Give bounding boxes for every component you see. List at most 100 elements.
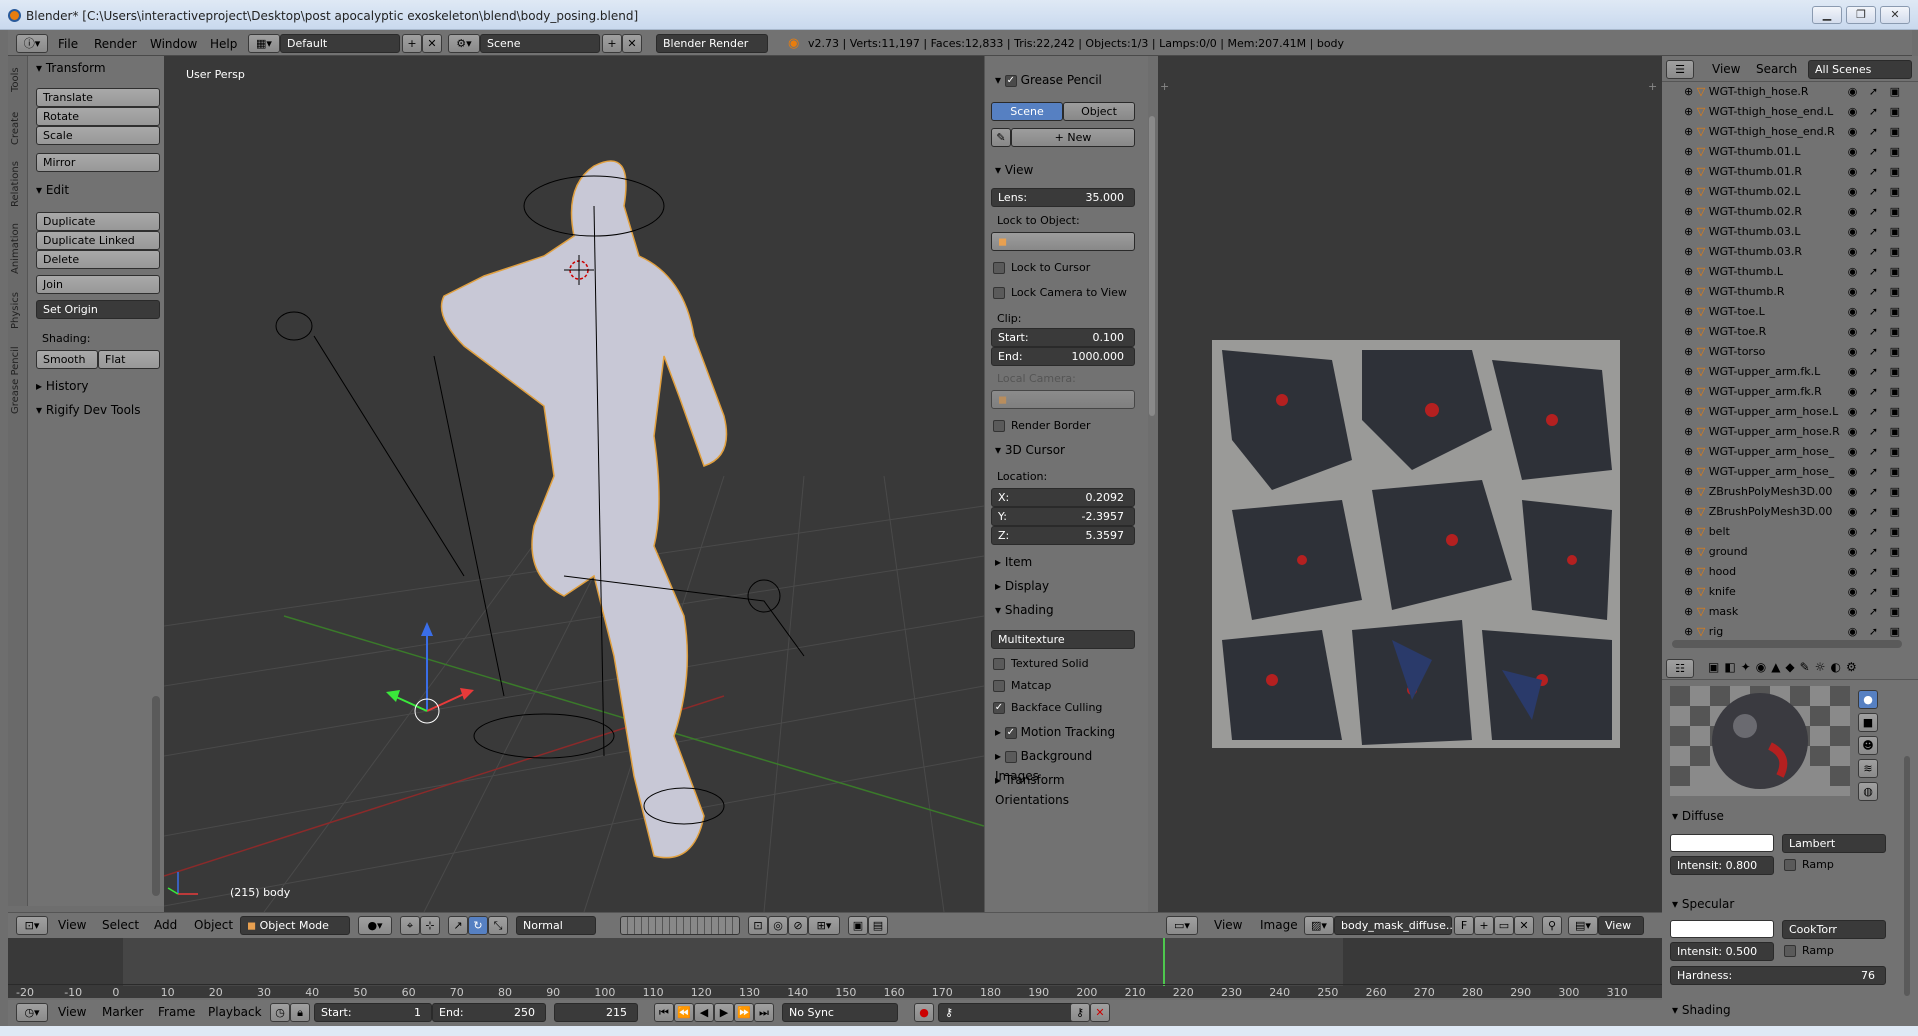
- visibility-icons[interactable]: ◉ ➚ ▣: [1848, 502, 1904, 522]
- outliner-row[interactable]: ⊕ ▽ WGT-thumb.03.L ◉ ➚ ▣: [1662, 222, 1910, 242]
- outliner-row[interactable]: ⊕ ▽ WGT-upper_arm_hose.R ◉ ➚ ▣: [1662, 422, 1910, 442]
- open-image-icon[interactable]: ▭: [1494, 916, 1514, 935]
- visibility-icons[interactable]: ◉ ➚ ▣: [1848, 162, 1904, 182]
- local-camera-field[interactable]: ◼: [991, 390, 1135, 409]
- rotate-button[interactable]: Rotate: [36, 107, 160, 126]
- visibility-icons[interactable]: ◉ ➚ ▣: [1848, 542, 1904, 562]
- editor-type-icon[interactable]: ⓘ▾: [16, 34, 48, 53]
- translate-manip-icon[interactable]: ↗: [448, 916, 468, 935]
- delete-keyframe-icon[interactable]: ✕: [1090, 1003, 1110, 1022]
- diffuse-ramp-checkbox[interactable]: [1784, 859, 1796, 871]
- layer-buttons[interactable]: [620, 916, 740, 935]
- current-frame-line[interactable]: [1163, 938, 1165, 986]
- expand-icon[interactable]: ⊕: [1684, 485, 1697, 498]
- tab-gp-scene[interactable]: Scene: [991, 102, 1063, 121]
- tl-menu-view[interactable]: View: [58, 1003, 86, 1021]
- expand-icon[interactable]: ⊕: [1684, 525, 1697, 538]
- remove-layout-icon[interactable]: ✕: [422, 34, 442, 53]
- preview-sphere-icon[interactable]: ●: [1858, 690, 1878, 709]
- timeline-editor-type-icon[interactable]: ◷▾: [16, 1003, 48, 1022]
- cursor-y-field[interactable]: Y: -2.3957: [991, 507, 1135, 526]
- preview-world-icon[interactable]: ◍: [1858, 782, 1878, 801]
- image-view-select[interactable]: View: [1598, 916, 1644, 935]
- expand-icon[interactable]: ⊕: [1684, 105, 1697, 118]
- expand-icon[interactable]: ⊕: [1684, 585, 1697, 598]
- specular-shader-select[interactable]: CookTorr: [1782, 920, 1886, 939]
- expand-icon[interactable]: ⊕: [1684, 565, 1697, 578]
- render-border-checkbox[interactable]: [993, 420, 1005, 432]
- specular-ramp-checkbox[interactable]: [1784, 945, 1796, 957]
- visibility-icons[interactable]: ◉ ➚ ▣: [1848, 402, 1904, 422]
- tab-grease-pencil[interactable]: Grease Pencil: [10, 340, 26, 420]
- jump-end-icon[interactable]: ⏭: [754, 1003, 774, 1022]
- preview-hair-icon[interactable]: ≋: [1858, 759, 1878, 778]
- add-scene-icon[interactable]: +: [602, 34, 622, 53]
- expand-icon[interactable]: ⊕: [1684, 625, 1697, 638]
- properties-tabs-icons[interactable]: ▣◧✦◉▲◆✎☼◐⚙: [1708, 660, 1862, 674]
- pivot-icon[interactable]: ⌖: [400, 916, 420, 935]
- lock-camera-checkbox[interactable]: [993, 287, 1005, 299]
- jump-start-icon[interactable]: ⏮: [654, 1003, 674, 1022]
- panel-view[interactable]: ▾ View: [989, 160, 1139, 180]
- add-layout-icon[interactable]: +: [402, 34, 422, 53]
- snap-icon[interactable]: ⊘: [788, 916, 808, 935]
- panel-material-shading[interactable]: ▾ Shading: [1666, 1000, 1910, 1020]
- visibility-icons[interactable]: ◉ ➚ ▣: [1848, 282, 1904, 302]
- backface-culling-checkbox[interactable]: [993, 702, 1005, 714]
- image-editor-add-icon[interactable]: +: [1160, 80, 1169, 93]
- join-button[interactable]: Join: [36, 275, 160, 294]
- lock-to-cursor-checkbox[interactable]: [993, 262, 1005, 274]
- 3d-viewport[interactable]: User Persp (215) body: [164, 56, 984, 912]
- visibility-icons[interactable]: ◉ ➚ ▣: [1848, 102, 1904, 122]
- properties-vscrollbar[interactable]: [1904, 756, 1910, 996]
- expand-icon[interactable]: ⊕: [1684, 345, 1697, 358]
- maximize-button[interactable]: ❐: [1846, 6, 1876, 24]
- expand-icon[interactable]: ⊕: [1684, 145, 1697, 158]
- layout-field[interactable]: Default: [280, 34, 400, 53]
- visibility-icons[interactable]: ◉ ➚ ▣: [1848, 142, 1904, 162]
- outliner-row[interactable]: ⊕ ▽ ZBrushPolyMesh3D.00 ◉ ➚ ▣: [1662, 482, 1910, 502]
- expand-icon[interactable]: ⊕: [1684, 165, 1697, 178]
- visibility-icons[interactable]: ◉ ➚ ▣: [1848, 262, 1904, 282]
- expand-icon[interactable]: ⊕: [1684, 505, 1697, 518]
- image-editor-type-icon[interactable]: ▭▾: [1166, 916, 1198, 935]
- insert-keyframe-icon[interactable]: ⚷: [1070, 1003, 1090, 1022]
- expand-icon[interactable]: ⊕: [1684, 605, 1697, 618]
- outliner-search-menu[interactable]: Search: [1756, 60, 1797, 78]
- expand-icon[interactable]: ⊕: [1684, 205, 1697, 218]
- outliner-row[interactable]: ⊕ ▽ ground ◉ ➚ ▣: [1662, 542, 1910, 562]
- preview-cube-icon[interactable]: ■: [1858, 713, 1878, 732]
- panel-display[interactable]: ▸ Display: [989, 576, 1139, 596]
- preview-monkey-icon[interactable]: ☻: [1858, 736, 1878, 755]
- tl-menu-frame[interactable]: Frame: [158, 1003, 195, 1021]
- visibility-icons[interactable]: ◉ ➚ ▣: [1848, 362, 1904, 382]
- image-name-field[interactable]: body_mask_diffuse....: [1334, 916, 1460, 935]
- expand-icon[interactable]: ⊕: [1684, 125, 1697, 138]
- tab-create[interactable]: Create: [10, 106, 26, 150]
- outliner-filter-select[interactable]: All Scenes: [1808, 60, 1912, 79]
- visibility-icons[interactable]: ◉ ➚ ▣: [1848, 222, 1904, 242]
- panel-transform-orientations[interactable]: ▸ Transform Orientations: [989, 770, 1139, 807]
- expand-icon[interactable]: ⊕: [1684, 385, 1697, 398]
- outliner-row[interactable]: ⊕ ▽ WGT-thigh_hose_end.R ◉ ➚ ▣: [1662, 122, 1910, 142]
- pencil-icon[interactable]: ✎: [991, 128, 1011, 147]
- clip-end-field[interactable]: End: 1000.000: [991, 347, 1135, 366]
- record-icon[interactable]: ●: [914, 1003, 934, 1022]
- panel-item[interactable]: ▸ Item: [989, 552, 1139, 572]
- prev-keyframe-icon[interactable]: ⏪: [674, 1003, 694, 1022]
- visibility-icons[interactable]: ◉ ➚ ▣: [1848, 302, 1904, 322]
- opengl-render-icon[interactable]: ▣: [848, 916, 868, 935]
- lock-layers-icon[interactable]: ⊡: [748, 916, 768, 935]
- expand-icon[interactable]: ⊕: [1684, 245, 1697, 258]
- tab-gp-object[interactable]: Object: [1063, 102, 1135, 121]
- menu-window[interactable]: Window: [150, 35, 197, 53]
- outliner-row[interactable]: ⊕ ▽ WGT-upper_arm.fk.L ◉ ➚ ▣: [1662, 362, 1910, 382]
- expand-icon[interactable]: ⊕: [1684, 225, 1697, 238]
- 3d-menu-add[interactable]: Add: [154, 916, 177, 934]
- transform-orientation-select[interactable]: Normal: [516, 916, 596, 935]
- expand-icon[interactable]: ⊕: [1684, 325, 1697, 338]
- visibility-icons[interactable]: ◉ ➚ ▣: [1848, 322, 1904, 342]
- expand-icon[interactable]: ⊕: [1684, 365, 1697, 378]
- clip-start-field[interactable]: Start: 0.100: [991, 328, 1135, 347]
- visibility-icons[interactable]: ◉ ➚ ▣: [1848, 622, 1904, 642]
